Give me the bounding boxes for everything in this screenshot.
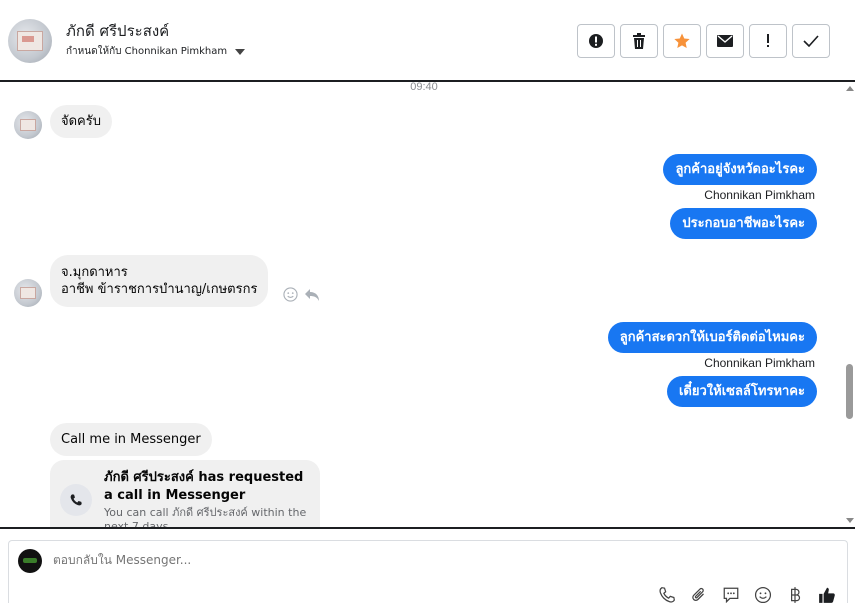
phone-icon xyxy=(60,484,92,516)
attach-icon[interactable] xyxy=(689,585,709,603)
composer-divider xyxy=(0,527,855,529)
mail-icon xyxy=(717,35,733,47)
saved-reply-icon[interactable] xyxy=(721,585,741,603)
scrollbar-thumb[interactable] xyxy=(846,364,853,419)
phone-icon[interactable] xyxy=(657,585,677,603)
page-avatar xyxy=(18,549,42,573)
reply-composer xyxy=(8,540,848,603)
like-icon[interactable] xyxy=(817,585,837,603)
caret-down-icon xyxy=(235,48,246,55)
message-bubble-incoming[interactable]: Call me in Messenger xyxy=(50,423,212,456)
flag-button[interactable] xyxy=(749,24,787,58)
sender-name: Chonnikan Pimkham xyxy=(704,188,815,202)
conversation-toolbar xyxy=(577,24,830,58)
scroll-down-icon[interactable] xyxy=(846,518,854,523)
customer-name[interactable]: ภักดี ศรีประสงค์ xyxy=(66,19,169,43)
customer-avatar[interactable] xyxy=(8,19,52,63)
message-bubble-incoming[interactable]: จัดครับ xyxy=(50,105,112,138)
scroll-up-icon[interactable] xyxy=(846,86,854,91)
report-icon xyxy=(589,34,603,48)
message-bubble-incoming[interactable]: จ.มุกดาหาร อาชีพ ข้าราชการบำนาญ/เกษตรกร xyxy=(50,255,269,307)
message-line: จ.มุกดาหาร xyxy=(61,265,128,280)
sender-name: Chonnikan Pimkham xyxy=(704,356,815,370)
call-request-title: ภักดี ศรีประสงค์ has requested a call in… xyxy=(104,470,304,503)
delete-icon xyxy=(633,33,645,49)
assignee-label: กำหนดให้กับ Chonnikan Pimkham xyxy=(66,46,228,57)
message-bubble-outgoing[interactable]: ลูกค้าอยู่จังหวัดอะไรคะ xyxy=(663,154,817,185)
assignee-dropdown[interactable]: กำหนดให้กับ Chonnikan Pimkham xyxy=(66,44,246,59)
mail-button[interactable] xyxy=(706,24,744,58)
report-button[interactable] xyxy=(577,24,615,58)
message-bubble-outgoing[interactable]: เดี๋ยวให้เซลล์โทรหาคะ xyxy=(666,376,817,407)
call-request-subtitle: You can call ภักดี ศรีประสงค์ within the… xyxy=(104,506,307,528)
reply-input[interactable] xyxy=(53,553,653,567)
star-icon xyxy=(674,33,690,49)
conversation-header: ภักดี ศรีประสงค์ กำหนดให้กับ Chonnikan P… xyxy=(0,0,855,82)
message-thread: 09:40 จัดครับ ลูกค้าอยู่จังหวัดอะไรคะ Ch… xyxy=(0,82,855,528)
customer-avatar-small[interactable] xyxy=(14,111,42,139)
baht-icon[interactable] xyxy=(785,585,805,603)
message-line: อาชีพ ข้าราชการบำนาญ/เกษตรกร xyxy=(61,282,258,297)
customer-avatar-small[interactable] xyxy=(14,279,42,307)
delete-button[interactable] xyxy=(620,24,658,58)
reply-icon[interactable] xyxy=(304,288,320,302)
thread-scrollbar[interactable] xyxy=(844,82,855,528)
message-bubble-outgoing[interactable]: ลูกค้าสะดวกให้เบอร์ติดต่อไหมคะ xyxy=(607,322,817,353)
check-icon xyxy=(803,35,819,47)
done-button[interactable] xyxy=(792,24,830,58)
emoji-icon[interactable] xyxy=(753,585,773,603)
message-actions xyxy=(283,287,320,302)
emoji-react-icon[interactable] xyxy=(283,287,298,302)
message-timestamp: 09:40 xyxy=(410,82,438,93)
composer-toolbar xyxy=(657,585,837,603)
star-button[interactable] xyxy=(663,24,701,58)
exclamation-icon xyxy=(767,34,769,47)
call-request-card[interactable]: ภักดี ศรีประสงค์ has requested a call in… xyxy=(50,460,320,528)
message-bubble-outgoing[interactable]: ประกอบอาชีพอะไรคะ xyxy=(670,208,817,239)
